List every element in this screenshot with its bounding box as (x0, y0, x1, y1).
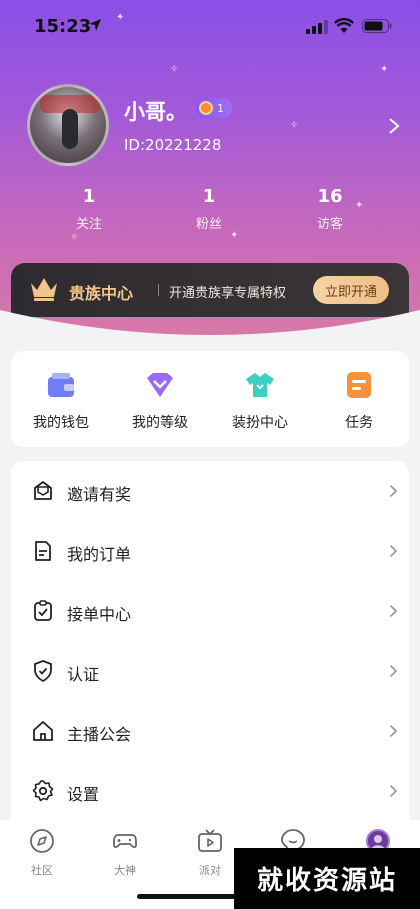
menu-item-guild[interactable]: 主播公会 (11, 701, 409, 761)
tshirt-icon (246, 373, 274, 397)
stat-label: 访客 (316, 217, 343, 232)
gamepad-icon (113, 834, 137, 848)
stat-fans[interactable]: 1 粉丝 (169, 186, 249, 232)
stat-visitors[interactable]: 16 访客 (290, 186, 370, 232)
tab-party[interactable]: 派对 (180, 828, 240, 878)
menu-item-label: 设置 (67, 785, 100, 804)
chevron-right-icon (389, 604, 398, 618)
stat-following[interactable]: 1 关注 (49, 186, 129, 232)
status-time: 15:23 (34, 16, 92, 37)
divider (158, 284, 159, 296)
grid-item-dressup[interactable]: 装扮中心 (210, 371, 310, 432)
grid-item-label: 任务 (345, 415, 373, 431)
tab-label: 派对 (199, 864, 221, 877)
grid-item-wallet[interactable]: 我的钱包 (11, 371, 111, 432)
menu-item-label: 邀请有奖 (67, 485, 132, 504)
stat-label: 粉丝 (195, 217, 222, 232)
level-icon (147, 373, 173, 397)
grid-item-task[interactable]: 任务 (309, 371, 409, 432)
menu-item-label: 认证 (67, 665, 100, 684)
chevron-right-icon (389, 784, 398, 798)
menu-item-accept-orders[interactable]: 接单中心 (11, 581, 409, 641)
battery-icon (362, 19, 392, 33)
menu-item-orders[interactable]: 我的订单 (11, 521, 409, 581)
tab-label: 社区 (31, 864, 53, 877)
tab-label: 大神 (114, 864, 136, 877)
wifi-icon (334, 18, 354, 33)
menu-item-settings[interactable]: 设置 (11, 761, 409, 821)
chevron-right-icon (389, 664, 398, 678)
username: 小哥。 (124, 100, 187, 124)
chevron-right-icon (389, 544, 398, 558)
location-arrow-icon (89, 19, 101, 31)
task-icon (347, 372, 371, 398)
shield-icon (34, 660, 52, 682)
menu-item-label: 我的订单 (67, 545, 132, 564)
chevron-right-icon (389, 484, 398, 498)
stat-value: 16 (317, 186, 343, 207)
grid-item-label: 我的钱包 (33, 415, 89, 431)
menu-item-label: 主播公会 (67, 725, 132, 744)
tv-icon (198, 829, 222, 852)
stat-label: 关注 (75, 217, 102, 232)
grid-item-level[interactable]: 我的等级 (110, 371, 210, 432)
chevron-right-icon[interactable] (388, 117, 400, 135)
menu-list: 邀请有奖 我的订单 接单中心 认证 主播公会 设置 (11, 461, 409, 821)
menu-item-label: 接单中心 (67, 605, 132, 624)
feature-grid: 我的钱包 我的等级 装扮中心 任务 (11, 351, 409, 447)
stat-value: 1 (82, 186, 96, 207)
chevron-right-icon (389, 724, 398, 738)
accept-order-icon (34, 600, 52, 621)
user-id: ID:20221228 (124, 136, 222, 154)
cellular-signal-icon (306, 20, 328, 34)
crown-icon (31, 278, 57, 301)
home-icon (33, 721, 53, 741)
user-avatar[interactable] (27, 84, 109, 166)
invite-icon (34, 481, 52, 500)
noble-description: 开通贵族享专属特权 (169, 286, 287, 301)
tab-community[interactable]: 社区 (12, 828, 72, 878)
menu-item-verification[interactable]: 认证 (11, 641, 409, 701)
level-medal-icon (199, 101, 213, 115)
order-icon (35, 541, 51, 561)
watermark: 就收资源站 (234, 848, 420, 909)
gear-icon (32, 780, 54, 802)
grid-item-label: 我的等级 (132, 415, 188, 431)
level-badge: 1 (196, 98, 232, 118)
menu-item-invite[interactable]: 邀请有奖 (11, 461, 409, 521)
grid-item-label: 装扮中心 (232, 415, 288, 431)
tab-masters[interactable]: 大神 (95, 828, 155, 878)
wallet-icon (48, 373, 74, 397)
status-bar: 15:23 (0, 0, 420, 54)
stat-value: 1 (202, 186, 216, 207)
compass-icon (30, 829, 54, 853)
